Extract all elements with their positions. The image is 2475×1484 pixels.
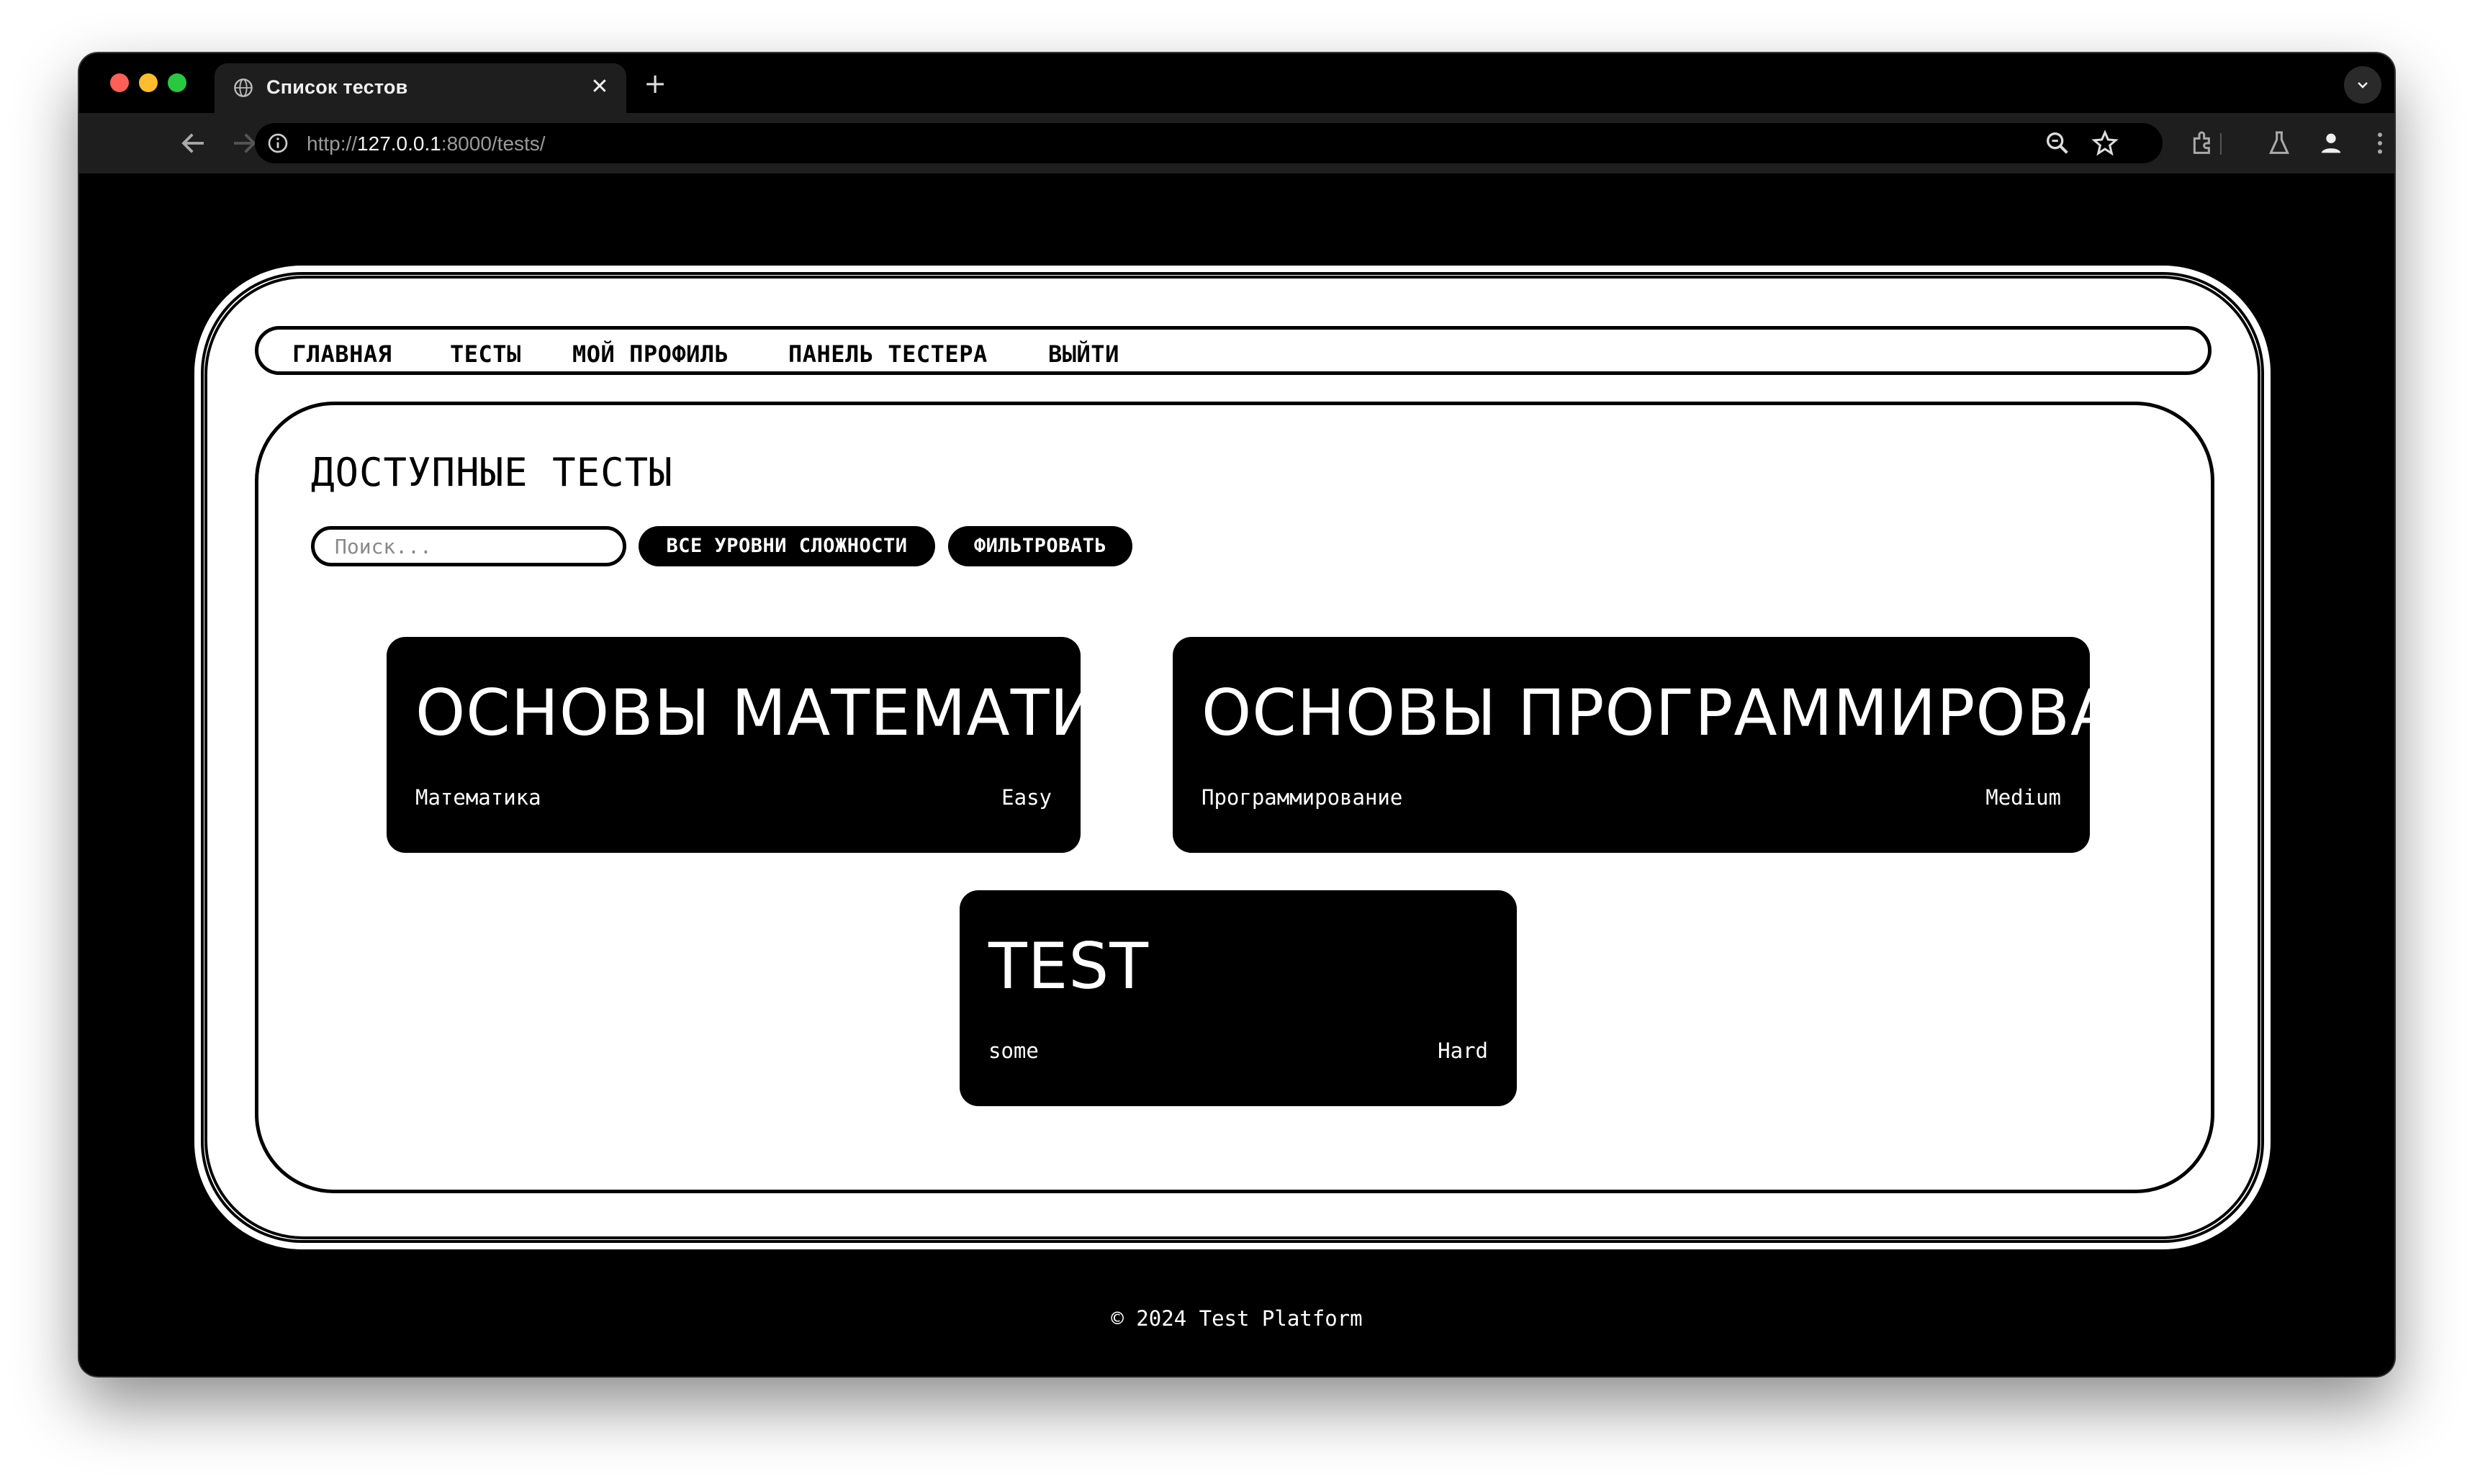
test-title: ОСНОВЫ МАТЕМАТИКИ xyxy=(415,676,1192,750)
main-nav: ГЛАВНАЯ ТЕСТЫ МОЙ ПРОФИЛЬ ПАНЕЛЬ ТЕСТЕРА… xyxy=(255,326,2212,375)
close-window-button[interactable] xyxy=(110,73,129,92)
url-text: http://127.0.0.1:8000/tests/ xyxy=(307,132,546,155)
filter-button[interactable]: ФИЛЬТРОВАТЬ xyxy=(948,526,1132,566)
page-viewport: ГЛАВНАЯ ТЕСТЫ МОЙ ПРОФИЛЬ ПАНЕЛЬ ТЕСТЕРА… xyxy=(79,173,2394,1376)
test-card[interactable]: ОСНОВЫ МАТЕМАТИКИ Математика Easy xyxy=(387,637,1191,853)
site-info-icon[interactable] xyxy=(266,132,289,155)
tab-strip: Список тестов ✕ + xyxy=(79,53,2394,113)
nav-link-logout[interactable]: ВЫЙТИ xyxy=(1048,340,1119,368)
browser-menu-icon[interactable] xyxy=(2366,129,2394,158)
tab-search-button[interactable] xyxy=(2344,66,2381,104)
globe-icon xyxy=(234,78,253,97)
tab-title: Список тестов xyxy=(266,76,408,98)
page-title: ДОСТУПНЫЕ ТЕСТЫ xyxy=(311,450,673,495)
search-input[interactable] xyxy=(311,526,626,566)
nav-link-tests[interactable]: ТЕСТЫ xyxy=(450,340,521,368)
test-difficulty: Medium xyxy=(1985,785,2061,810)
bookmark-star-icon[interactable] xyxy=(2091,129,2119,158)
zoom-icon[interactable] xyxy=(2043,129,2072,158)
minimize-window-button[interactable] xyxy=(139,73,158,92)
difficulty-select[interactable]: ВСЕ УРОВНИ СЛОЖНОСТИ xyxy=(639,526,935,566)
test-difficulty: Hard xyxy=(1438,1039,1488,1063)
test-title: TEST xyxy=(988,929,1149,1003)
toolbar-separator xyxy=(2220,133,2222,155)
test-category: Программирование xyxy=(1202,785,1403,810)
chevron-down-icon xyxy=(2358,82,2368,89)
maximize-window-button[interactable] xyxy=(168,73,186,92)
test-category: Математика xyxy=(415,785,541,810)
profile-icon[interactable] xyxy=(2317,129,2345,158)
test-category: some xyxy=(988,1039,1039,1063)
back-icon[interactable] xyxy=(179,128,209,158)
test-title: ОСНОВЫ ПРОГРАММИРОВАНИЯ xyxy=(1202,676,2256,750)
test-card[interactable]: TEST some Hard xyxy=(960,890,1517,1106)
test-card[interactable]: ОСНОВЫ ПРОГРАММИРОВАНИЯ Программирование… xyxy=(1173,637,2255,853)
tests-section: ДОСТУПНЫЕ ТЕСТЫ ВСЕ УРОВНИ СЛОЖНОСТИ ФИЛ… xyxy=(255,402,2255,1193)
browser-window: Список тестов ✕ + http://127.0.0.1:8000/… xyxy=(79,53,2394,1376)
nav-link-profile[interactable]: МОЙ ПРОФИЛЬ xyxy=(572,340,729,368)
browser-tab[interactable]: Список тестов ✕ xyxy=(215,63,626,113)
main-container: ГЛАВНАЯ ТЕСТЫ МОЙ ПРОФИЛЬ ПАНЕЛЬ ТЕСТЕРА… xyxy=(194,266,2271,1249)
extensions-icon[interactable] xyxy=(2188,129,2217,158)
test-difficulty: Easy xyxy=(1001,785,1052,810)
nav-link-home[interactable]: ГЛАВНАЯ xyxy=(292,340,392,368)
labs-flask-icon[interactable] xyxy=(2265,129,2294,158)
browser-toolbar: http://127.0.0.1:8000/tests/ xyxy=(79,113,2394,173)
new-tab-icon[interactable]: + xyxy=(641,69,670,98)
page-footer: © 2024 Test Platform xyxy=(1111,1306,1363,1331)
nav-link-tester-panel[interactable]: ПАНЕЛЬ ТЕСТЕРА xyxy=(788,340,988,368)
close-tab-icon[interactable]: ✕ xyxy=(586,73,613,101)
address-bar[interactable]: http://127.0.0.1:8000/tests/ xyxy=(255,123,2163,163)
